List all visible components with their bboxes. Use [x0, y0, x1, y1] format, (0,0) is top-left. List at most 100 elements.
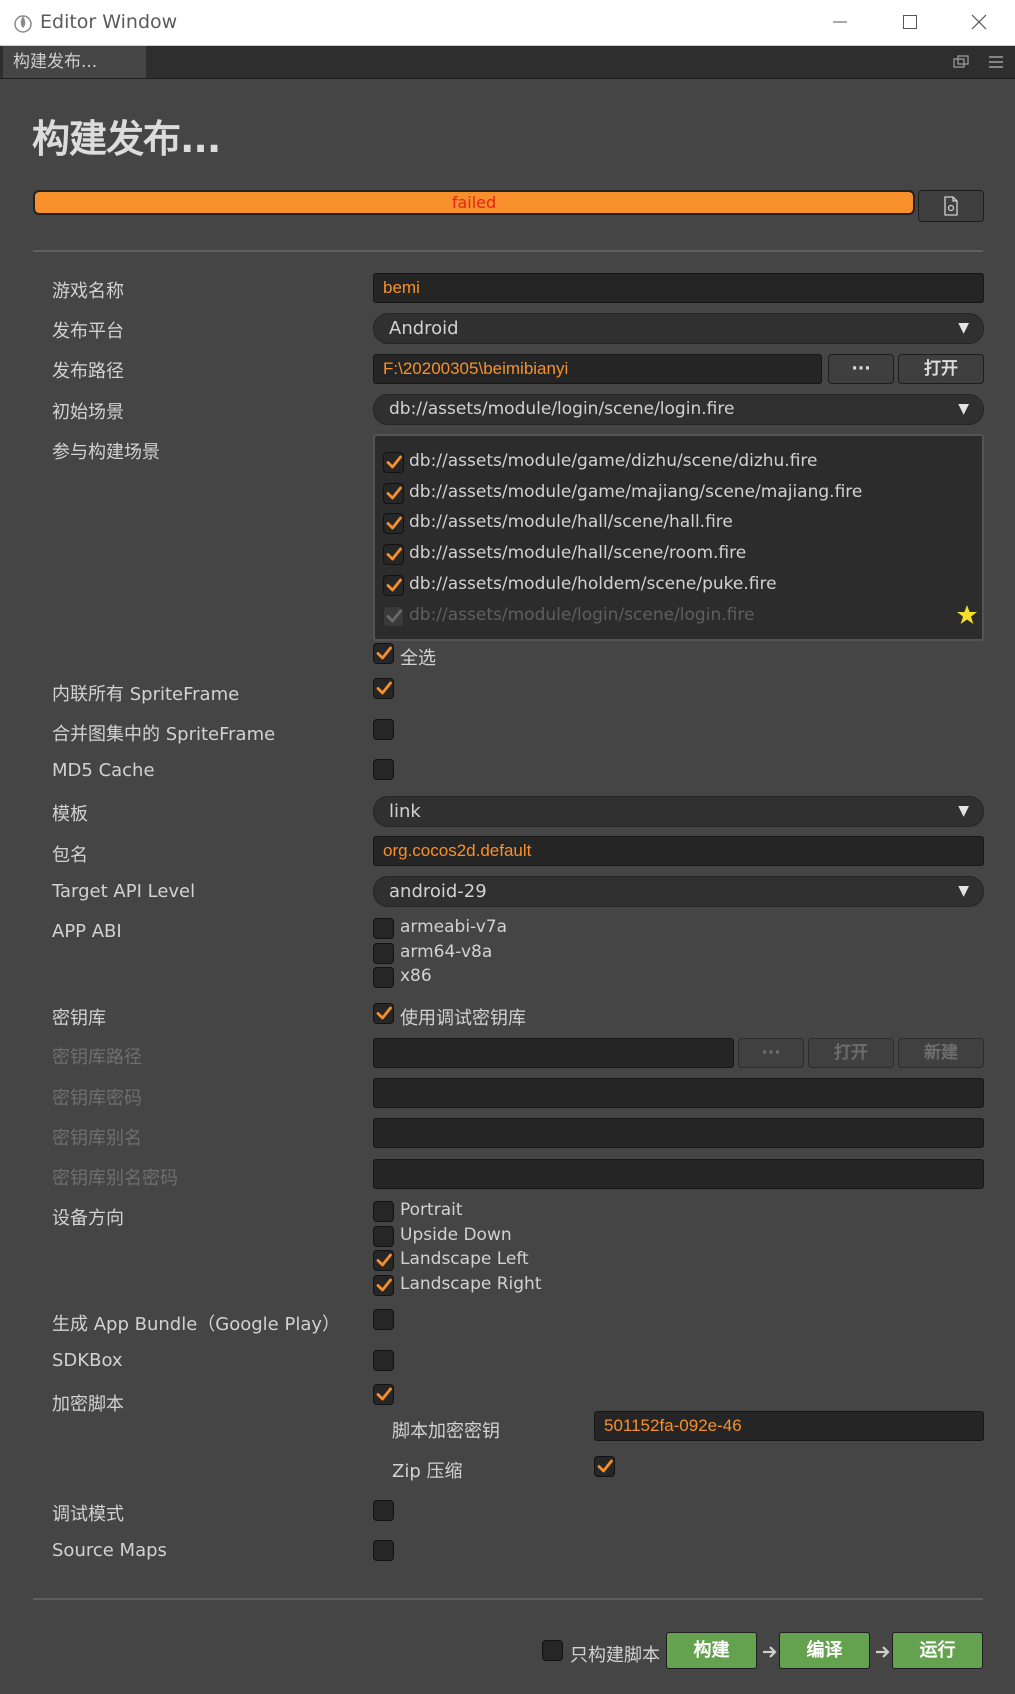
editor-window: Editor Window 构建发布... 构建发布... failed 游戏名… — [0, 0, 1015, 1694]
use-debug-keystore-checkbox[interactable] — [373, 1003, 394, 1024]
package-name-label: 包名 — [52, 845, 88, 866]
zip-compress-checkbox[interactable] — [594, 1456, 615, 1477]
keystore-new-button[interactable]: 新建 — [898, 1038, 984, 1068]
scene-path: db://assets/module/hall/scene/hall.fire — [409, 512, 733, 533]
checkmark-icon — [376, 1387, 392, 1401]
keystore-alias-input[interactable] — [373, 1118, 984, 1148]
orientation-checkbox[interactable] — [373, 1274, 394, 1296]
inline-spriteframes-label: 内联所有 SpriteFrame — [52, 684, 240, 705]
scene-path: db://assets/module/holdem/scene/puke.fir… — [409, 573, 777, 594]
maximize-icon — [903, 15, 917, 29]
keystore-open-button[interactable]: 打开 — [808, 1038, 894, 1068]
abi-checkbox-arm64-v8a[interactable] — [373, 942, 394, 964]
template-label: 模板 — [52, 804, 88, 825]
scene-checkbox[interactable] — [383, 482, 404, 504]
app-abi-label: APP ABI — [52, 921, 122, 942]
window-title: Editor Window — [40, 11, 178, 33]
build-progress-bar: failed — [33, 190, 915, 215]
build-path-input[interactable]: F:\20200305\beimibianyi — [373, 354, 822, 384]
checkmark-icon — [376, 681, 392, 695]
package-name-input[interactable]: org.cocos2d.default — [373, 836, 984, 866]
scene-path: db://assets/module/hall/scene/room.fire — [409, 543, 747, 564]
source-maps-label: Source Maps — [52, 1540, 167, 1561]
scene-checkbox — [383, 605, 404, 627]
scene-checkbox[interactable] — [383, 452, 404, 473]
divider-bottom — [33, 1598, 983, 1600]
scene-checkbox[interactable] — [383, 544, 404, 566]
menu-icon[interactable] — [986, 52, 1006, 72]
sdkbox-checkbox[interactable] — [373, 1350, 394, 1371]
start-scene-value: db://assets/module/login/scene/login.fir… — [389, 399, 735, 419]
abi-label: arm64-v8a — [400, 941, 493, 962]
platform-label: 发布平台 — [52, 321, 124, 342]
encrypt-key-input[interactable]: 501152fa-092e-46 — [594, 1411, 984, 1441]
checkmark-icon — [597, 1459, 613, 1473]
open-log-button[interactable] — [918, 190, 984, 222]
start-scene-label: 初始场景 — [52, 402, 124, 423]
run-button[interactable]: 运行 — [892, 1632, 983, 1669]
keystore-password-label: 密钥库密码 — [52, 1088, 142, 1109]
debug-mode-label: 调试模式 — [52, 1504, 124, 1525]
orientation-checkbox[interactable] — [373, 1250, 394, 1271]
abi-label: x86 — [400, 966, 432, 986]
debug-mode-checkbox[interactable] — [373, 1500, 394, 1521]
abi-checkbox-armeabi-v7a[interactable] — [373, 918, 394, 939]
encrypt-js-label: 加密脚本 — [52, 1394, 124, 1415]
keystore-browse-button[interactable]: ··· — [738, 1038, 804, 1068]
checkmark-icon — [376, 1253, 392, 1267]
platform-value: Android — [389, 318, 459, 339]
target-api-label: Target API Level — [52, 881, 196, 902]
select-all-checkbox[interactable] — [373, 643, 394, 664]
inline-spriteframes-checkbox[interactable] — [373, 678, 394, 699]
close-icon — [971, 14, 987, 30]
keystore-path-input[interactable] — [373, 1038, 734, 1068]
abi-checkbox-x86[interactable] — [373, 967, 394, 988]
app-bundle-label: 生成 App Bundle（Google Play） — [52, 1314, 341, 1335]
orientation-checkbox[interactable] — [373, 1225, 394, 1247]
sdkbox-label: SDKBox — [52, 1350, 123, 1371]
keystore-label: 密钥库 — [52, 1008, 106, 1029]
merge-spriteframes-checkbox[interactable] — [373, 719, 394, 740]
keystore-alias-password-input[interactable] — [373, 1159, 984, 1189]
build-scripts-only-checkbox[interactable] — [542, 1640, 563, 1661]
checkmark-icon — [376, 1278, 392, 1291]
start-scene-select[interactable]: db://assets/module/login/scene/login.fir… — [373, 394, 984, 425]
checkmark-icon — [386, 486, 402, 500]
orientation-option-label: Landscape Left — [400, 1249, 529, 1269]
scene-path: db://assets/module/game/majiang/scene/ma… — [409, 481, 863, 502]
use-debug-keystore-label: 使用调试密钥库 — [400, 1008, 526, 1029]
build-button[interactable]: 构建 — [666, 1632, 757, 1669]
encrypt-js-checkbox[interactable] — [373, 1384, 394, 1405]
minimize-button[interactable] — [806, 0, 876, 45]
log-file-icon — [944, 196, 958, 216]
game-name-label: 游戏名称 — [52, 281, 124, 302]
target-api-select[interactable]: android-29 ▼ — [373, 876, 984, 907]
popout-icon[interactable] — [951, 52, 971, 72]
title-bar: Editor Window — [0, 0, 1015, 46]
keystore-alias-password-label: 密钥库别名密码 — [52, 1168, 178, 1189]
build-path-browse-button[interactable]: ··· — [828, 354, 894, 384]
tab-build[interactable]: 构建发布... — [3, 46, 146, 78]
game-name-input[interactable]: bemi — [373, 273, 984, 303]
app-bundle-checkbox[interactable] — [373, 1309, 394, 1330]
tab-strip: 构建发布... — [0, 46, 1015, 79]
keystore-password-input[interactable] — [373, 1078, 984, 1108]
source-maps-checkbox[interactable] — [373, 1540, 394, 1561]
close-button[interactable] — [945, 0, 1015, 45]
orientation-checkbox[interactable] — [373, 1201, 394, 1222]
target-api-value: android-29 — [389, 881, 487, 902]
abi-label: armeabi-v7a — [400, 917, 508, 937]
compile-button[interactable]: 编译 — [779, 1632, 870, 1669]
build-path-open-button[interactable]: 打开 — [898, 354, 984, 384]
template-select[interactable]: link ▼ — [373, 796, 984, 827]
minimize-icon — [833, 21, 847, 23]
maximize-button[interactable] — [876, 0, 946, 45]
platform-select[interactable]: Android ▼ — [373, 313, 984, 344]
arrow-right-icon — [876, 1646, 890, 1658]
build-scenes-label: 参与构建场景 — [52, 442, 160, 463]
cocos-creator-icon — [14, 15, 32, 33]
orientation-option-label: Landscape Right — [400, 1273, 542, 1294]
scene-checkbox[interactable] — [383, 513, 404, 535]
md5-cache-checkbox[interactable] — [373, 759, 394, 780]
scene-checkbox[interactable] — [383, 574, 404, 596]
